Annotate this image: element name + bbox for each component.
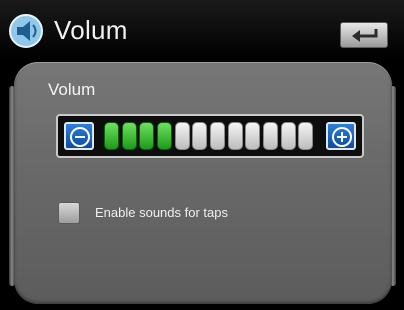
volume-increase-button[interactable] [326, 122, 356, 150]
volume-slider [56, 114, 364, 158]
tap-sounds-label[interactable]: Enable sounds for taps [95, 205, 228, 220]
volume-segment[interactable] [175, 122, 190, 150]
volume-decrease-button[interactable] [64, 122, 94, 150]
tap-sounds-checkbox[interactable] [58, 202, 80, 224]
back-button[interactable] [340, 22, 388, 48]
minus-circle-icon [70, 127, 90, 147]
page-title: Volum [54, 15, 128, 45]
volume-segment[interactable] [139, 122, 154, 150]
title-bar: Volum [0, 0, 404, 60]
volume-segment[interactable] [192, 122, 207, 150]
volume-segment[interactable] [263, 122, 278, 150]
volume-segment[interactable] [104, 122, 119, 150]
volume-segment[interactable] [157, 122, 172, 150]
volume-segment[interactable] [210, 122, 225, 150]
volume-segment[interactable] [245, 122, 260, 150]
volume-segment[interactable] [281, 122, 296, 150]
volume-level-segments[interactable] [104, 122, 316, 150]
plus-circle-icon [332, 127, 352, 147]
volume-segment[interactable] [228, 122, 243, 150]
volume-segment[interactable] [122, 122, 137, 150]
volume-panel: Volum Enable sounds for taps [14, 62, 392, 304]
speaker-icon [8, 13, 44, 49]
volume-segment[interactable] [298, 122, 313, 150]
volume-screen: Volum Volum Enable sounds for taps [0, 0, 404, 310]
volume-label: Volum [48, 80, 96, 99]
